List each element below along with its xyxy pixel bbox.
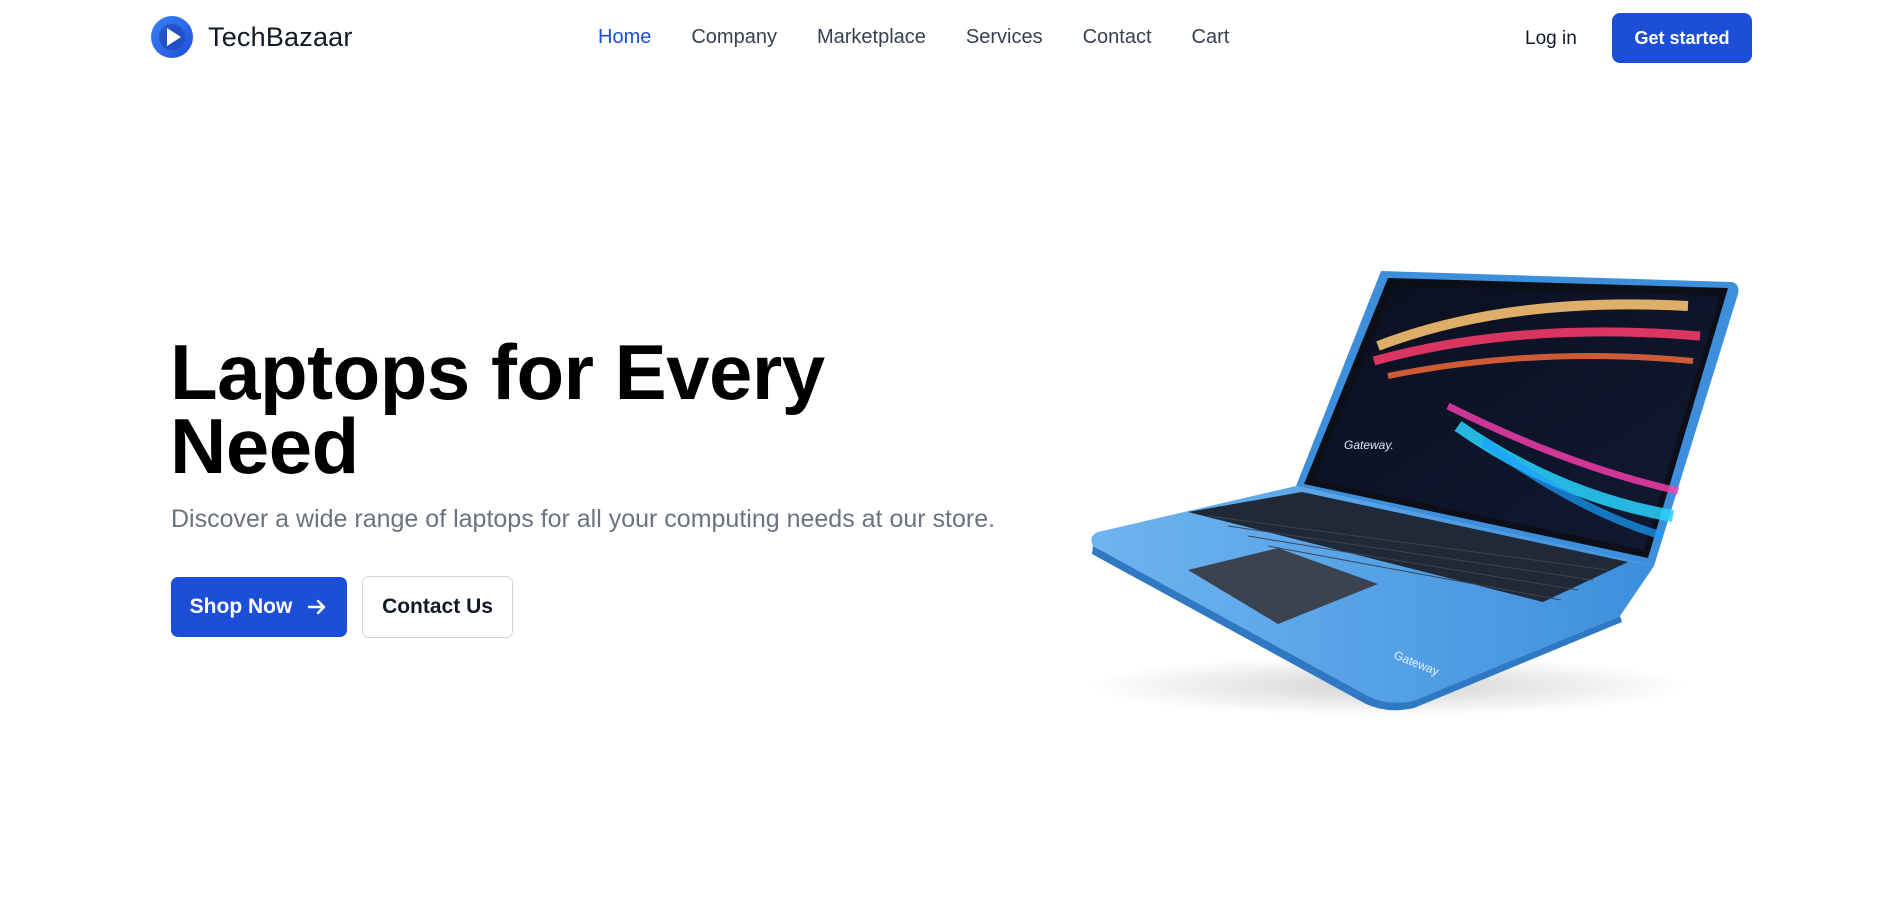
nav-link-company[interactable]: Company xyxy=(691,26,777,49)
shop-now-label: Shop Now xyxy=(189,595,293,618)
hero-title: Laptops for Every Need xyxy=(170,328,825,490)
brand-name: TechBazaar xyxy=(208,21,353,52)
nav-link-cart[interactable]: Cart xyxy=(1192,26,1230,49)
login-link[interactable]: Log in xyxy=(1525,28,1577,50)
hero-subtitle: Discover a wide range of laptops for all… xyxy=(171,505,996,533)
brand[interactable]: TechBazaar xyxy=(150,15,353,59)
screen-brand-label: Gateway. xyxy=(1344,438,1394,452)
get-started-button[interactable]: Get started xyxy=(1612,13,1752,63)
laptop-image: Gateway. Gateway xyxy=(1088,271,1739,716)
top-navbar: TechBazaar Home Company Marketplace Serv… xyxy=(0,0,1898,78)
play-circle-icon xyxy=(151,16,193,58)
main-nav: Home Company Marketplace Services Contac… xyxy=(598,26,1229,49)
nav-link-marketplace[interactable]: Marketplace xyxy=(817,26,926,49)
nav-link-services[interactable]: Services xyxy=(966,26,1043,49)
arrow-right-icon xyxy=(308,599,326,615)
nav-link-home[interactable]: Home xyxy=(598,26,651,49)
nav-link-contact[interactable]: Contact xyxy=(1083,26,1152,49)
shop-now-button[interactable]: Shop Now xyxy=(171,577,347,637)
contact-us-button[interactable]: Contact Us xyxy=(362,576,513,638)
